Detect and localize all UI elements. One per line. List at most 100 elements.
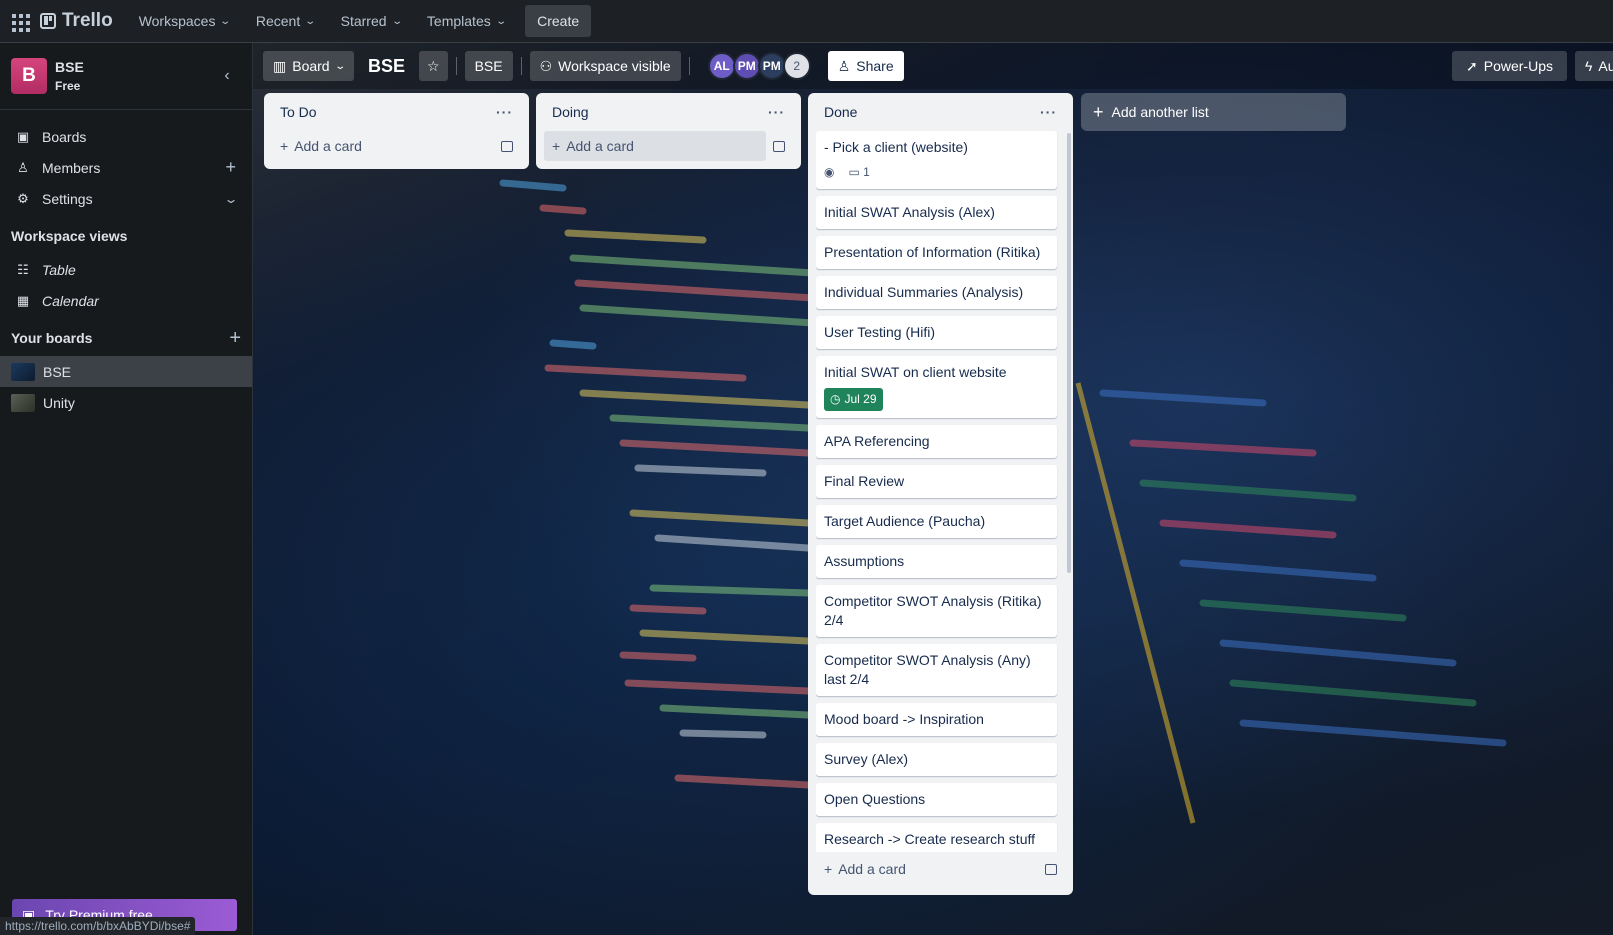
card[interactable]: Presentation of Information (Ritika)	[816, 236, 1057, 269]
card[interactable]: User Testing (Hifi)	[816, 316, 1057, 349]
board-header: ▥ Board ⌄ BSE ☆ BSE ⚇ Workspace visible …	[253, 43, 1613, 89]
sidebar-item-calendar[interactable]: ▦ Calendar	[0, 285, 252, 316]
app-switcher-icon[interactable]	[8, 10, 30, 32]
workspaces-menu-label: Workspaces	[138, 13, 216, 29]
board-title[interactable]: BSE	[362, 56, 411, 77]
board-label: BSE	[43, 363, 72, 380]
header-divider	[688, 57, 690, 75]
card-title: User Testing (Hifi)	[824, 324, 935, 340]
card[interactable]: Individual Summaries (Analysis)	[816, 276, 1057, 309]
board-members: AL PM PM 2	[707, 52, 811, 80]
card-title: Survey (Alex)	[824, 751, 909, 767]
card[interactable]: Final Review	[816, 465, 1057, 498]
trello-logo-icon	[40, 13, 56, 29]
power-ups-button[interactable]: ➚ Power-Ups	[1452, 51, 1567, 81]
clock-icon: ◷	[830, 392, 841, 406]
share-button[interactable]: ♙ Share	[827, 51, 904, 81]
plus-icon: +	[280, 138, 289, 154]
add-card-label: Add a card	[294, 138, 362, 154]
card[interactable]: Mood board -> Inspiration	[816, 703, 1057, 736]
list-title[interactable]: Doing	[552, 104, 589, 120]
workspace-name[interactable]: BSE	[55, 59, 84, 75]
due-date-label: Jul 29	[844, 392, 877, 406]
card-badges: ◉ ▭ 1	[824, 163, 1049, 182]
add-another-list-button[interactable]: + Add another list	[1081, 93, 1346, 131]
more-icon[interactable]: ···	[1040, 104, 1057, 120]
workspaces-menu[interactable]: Workspaces ⌄	[129, 5, 240, 37]
add-card-label: Add a card	[838, 861, 906, 877]
card-title: APA Referencing	[824, 433, 930, 449]
add-card-button[interactable]: + Add a card	[816, 854, 914, 884]
chevron-down-icon[interactable]: ⌄	[223, 192, 238, 206]
recent-menu[interactable]: Recent ⌄	[246, 5, 325, 37]
card[interactable]: Open Questions	[816, 783, 1057, 816]
card-title: Open Questions	[824, 791, 926, 807]
list-scrollbar[interactable]	[1067, 133, 1071, 573]
header-divider	[455, 57, 457, 75]
visibility-label: Workspace visible	[558, 58, 671, 74]
list-title[interactable]: To Do	[280, 104, 317, 120]
sidebar-item-label: Table	[42, 261, 76, 278]
automation-button[interactable]: ϟ Au	[1575, 51, 1613, 81]
card-template-icon[interactable]	[501, 140, 513, 152]
add-member-icon[interactable]: +	[225, 157, 236, 178]
rocket-icon: ➚	[1466, 57, 1478, 74]
automation-label: Au	[1598, 58, 1613, 74]
card[interactable]: APA Referencing	[816, 425, 1057, 458]
add-card-button[interactable]: + Add a card	[544, 131, 766, 161]
member-avatar[interactable]: AL	[707, 52, 736, 80]
more-icon[interactable]: ···	[496, 104, 513, 120]
due-date-badge[interactable]: ◷ Jul 29	[824, 388, 883, 411]
top-nav: Trello Workspaces ⌄ Recent ⌄ Starred ⌄ Temp…	[0, 0, 1613, 43]
starred-menu[interactable]: Starred ⌄	[331, 5, 411, 37]
chevron-left-icon: ‹	[224, 67, 230, 84]
list-header: Done ···	[816, 93, 1065, 131]
workspace-avatar[interactable]: B	[11, 58, 47, 94]
comment-badge: ▭ 1	[848, 163, 869, 182]
card[interactable]: Initial SWAT on client website ◷ Jul 29	[816, 356, 1057, 418]
card[interactable]: Target Audience (Paucha)	[816, 505, 1057, 538]
card[interactable]: Competitor SWOT Analysis (Any) last 2/4	[816, 644, 1057, 696]
create-button[interactable]: Create	[525, 5, 592, 37]
sidebar-item-label: Calendar	[42, 292, 99, 309]
sidebar-item-members[interactable]: ♙ Members +	[0, 152, 252, 183]
brand-name: Trello	[62, 10, 113, 31]
card-list: - Pick a client (website) ◉ ▭ 1 Initial …	[816, 131, 1065, 852]
chevron-down-icon: ⌄	[304, 15, 317, 27]
card[interactable]: Assumptions	[816, 545, 1057, 578]
add-board-icon[interactable]: +	[229, 327, 241, 350]
board-icon: ▣	[16, 128, 30, 144]
list-done: Done ··· - Pick a client (website) ◉ ▭ 1…	[808, 93, 1073, 895]
list-title[interactable]: Done	[824, 104, 857, 120]
sidebar-board-bse[interactable]: BSE	[0, 356, 252, 387]
sidebar-item-table[interactable]: ☷ Table	[0, 254, 252, 285]
trello-logo[interactable]: Trello	[40, 10, 113, 32]
sidebar-item-settings[interactable]: ⚙ Settings ⌄	[0, 183, 252, 214]
templates-menu[interactable]: Templates ⌄	[417, 5, 515, 37]
card[interactable]: - Pick a client (website) ◉ ▭ 1	[816, 131, 1057, 189]
workspace-tag-button[interactable]: BSE	[464, 51, 513, 81]
power-ups-label: Power-Ups	[1483, 58, 1553, 74]
card[interactable]: Initial SWAT Analysis (Alex)	[816, 196, 1057, 229]
sidebar-item-label: Boards	[42, 128, 87, 145]
star-board-button[interactable]: ☆	[419, 51, 448, 81]
add-card-button[interactable]: + Add a card	[272, 131, 370, 161]
collapse-sidebar-button[interactable]: ‹	[213, 62, 241, 90]
card-template-icon[interactable]	[1045, 863, 1057, 875]
member-avatar[interactable]: PM	[757, 52, 786, 80]
member-avatar[interactable]: PM	[732, 52, 761, 80]
card[interactable]: Competitor SWOT Analysis (Ritika) 2/4	[816, 585, 1057, 637]
visibility-button[interactable]: ⚇ Workspace visible	[529, 51, 681, 81]
sidebar-item-boards[interactable]: ▣ Boards	[0, 121, 252, 152]
board-view-switcher[interactable]: ▥ Board ⌄	[263, 51, 354, 81]
card[interactable]: Survey (Alex)	[816, 743, 1057, 776]
sidebar-board-unity[interactable]: Unity	[0, 387, 252, 418]
card[interactable]: Research -> Create research stuff (in do…	[816, 823, 1057, 852]
more-icon[interactable]: ···	[768, 104, 785, 120]
card-template-icon[interactable]	[773, 140, 785, 152]
list-header: To Do ···	[272, 93, 521, 131]
member-count-badge[interactable]: 2	[782, 52, 811, 80]
card-title: Competitor SWOT Analysis (Ritika) 2/4	[824, 593, 1042, 628]
board-view-icon: ▥	[273, 57, 287, 74]
board-label: Unity	[43, 394, 75, 411]
